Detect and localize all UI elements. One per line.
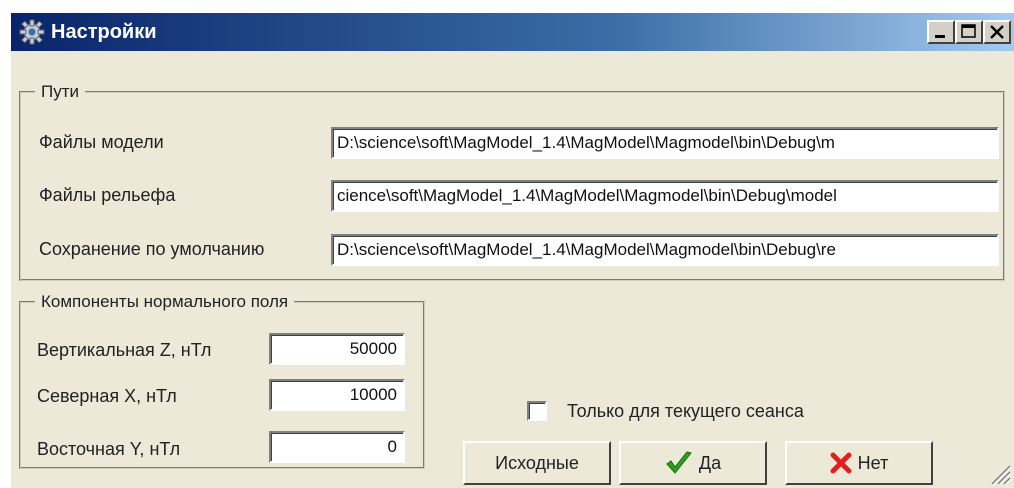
yes-button-label: Да xyxy=(698,452,722,473)
north-x-input[interactable]: 10000 xyxy=(269,379,405,411)
maximize-button[interactable] xyxy=(955,20,983,44)
default-save-input[interactable]: D:\science\soft\MagModel_1.4\MagModel\Ma… xyxy=(331,234,999,266)
vertical-z-label: Вертикальная Z, нТл xyxy=(37,340,212,360)
gear-icon xyxy=(19,19,45,45)
east-y-input[interactable]: 0 xyxy=(269,431,405,463)
settings-window: Настройки Пути Файлы модели D:\science\s… xyxy=(10,12,1014,488)
relief-files-input[interactable]: cience\soft\MagModel_1.4\MagModel\Magmod… xyxy=(331,180,999,212)
vertical-z-input[interactable]: 50000 xyxy=(269,333,405,365)
minimize-button[interactable] xyxy=(927,20,955,44)
relief-files-label: Файлы рельефа xyxy=(39,185,176,205)
window-title: Настройки xyxy=(51,21,157,43)
defaults-button[interactable]: Исходные xyxy=(463,441,611,485)
session-only-label[interactable]: Только для текущего сеанса xyxy=(567,400,804,422)
defaults-button-label: Исходные xyxy=(495,452,579,473)
yes-button[interactable]: Да xyxy=(619,441,767,485)
no-button-label: Нет xyxy=(857,452,889,473)
close-icon xyxy=(990,25,1004,39)
default-save-label: Сохранение по умолчанию xyxy=(39,239,265,259)
model-files-input[interactable]: D:\science\soft\MagModel_1.4\MagModel\Ma… xyxy=(331,127,999,159)
title-bar[interactable]: Настройки xyxy=(11,13,1014,51)
close-button[interactable] xyxy=(983,20,1011,44)
resize-grip-icon[interactable] xyxy=(986,460,1012,486)
minimize-icon xyxy=(935,35,945,38)
no-button[interactable]: Нет xyxy=(785,441,933,485)
maximize-icon xyxy=(961,24,976,38)
checkmark-icon xyxy=(666,451,692,474)
east-y-label: Восточная Y, нТл xyxy=(37,439,181,459)
session-only-checkbox[interactable] xyxy=(527,401,547,421)
cross-icon xyxy=(830,452,852,474)
north-x-label: Северная X, нТл xyxy=(37,386,177,406)
field-components-legend: Компоненты нормального поля xyxy=(35,291,295,313)
paths-legend: Пути xyxy=(35,81,86,103)
model-files-label: Файлы модели xyxy=(39,132,164,152)
